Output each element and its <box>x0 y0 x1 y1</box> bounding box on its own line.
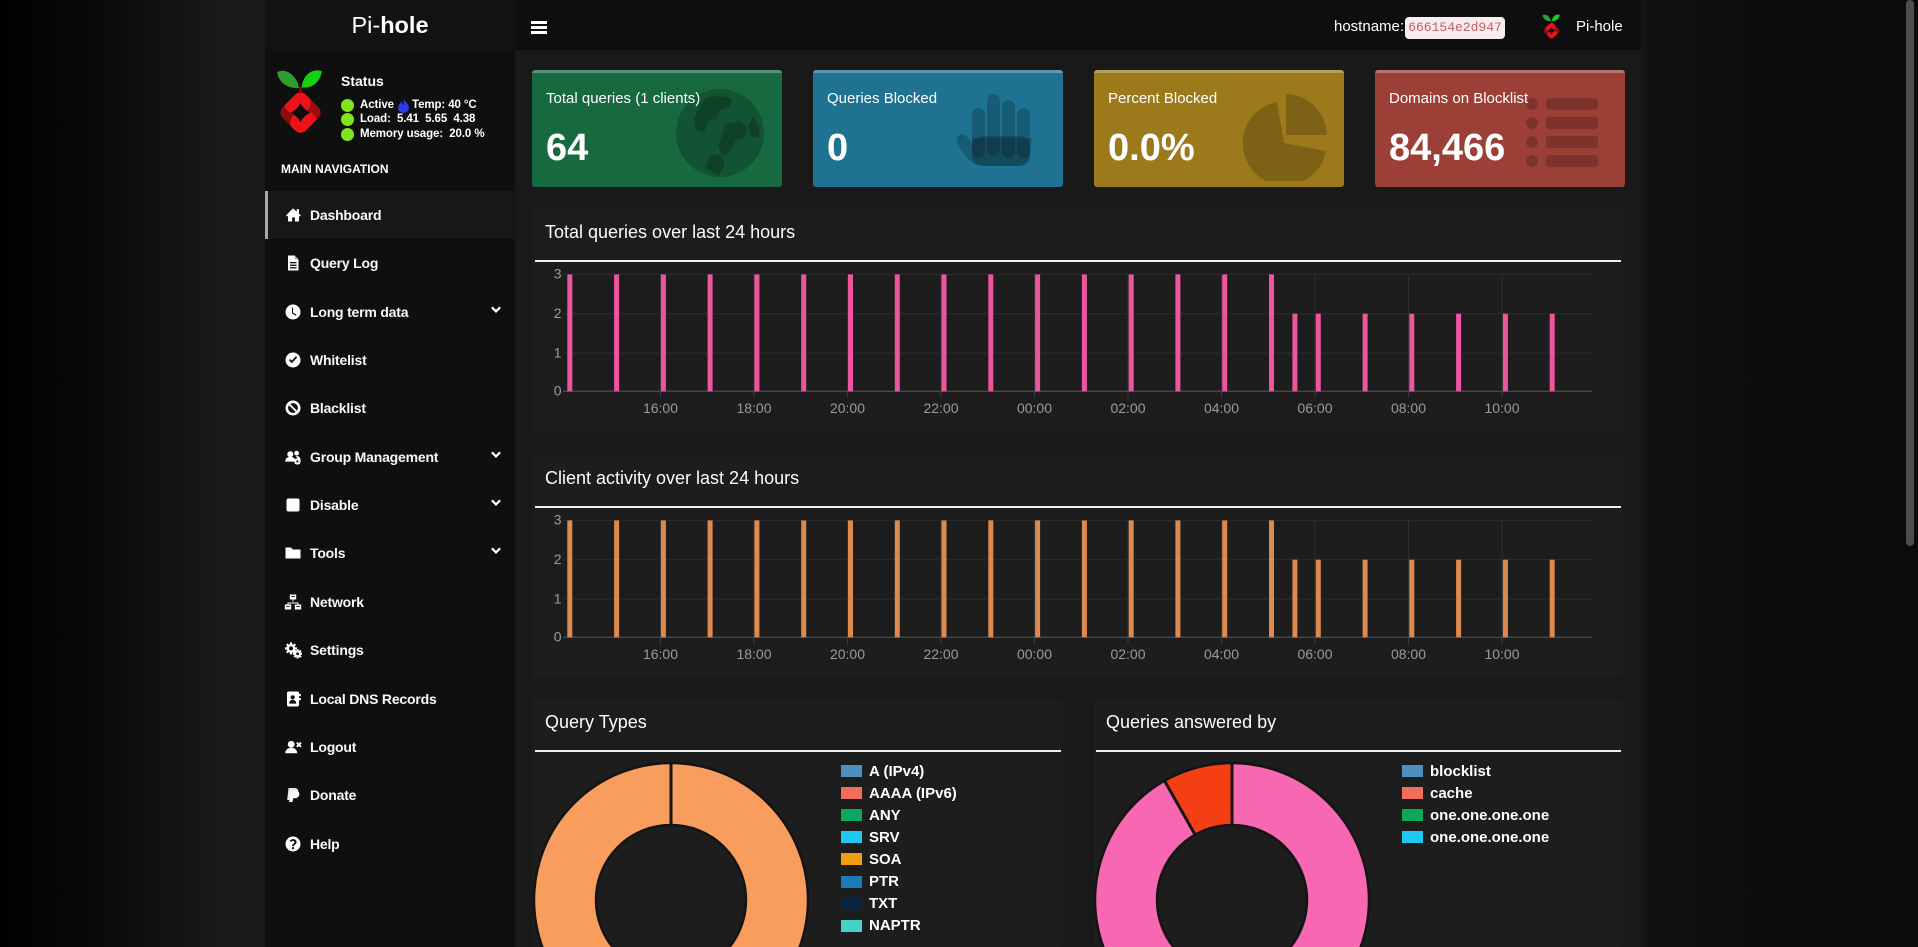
svg-text:0: 0 <box>554 383 562 399</box>
svg-text:18:00: 18:00 <box>736 646 771 662</box>
svg-text:0: 0 <box>554 629 562 645</box>
svg-text:00:00: 00:00 <box>1017 400 1052 416</box>
svg-text:2: 2 <box>554 551 562 567</box>
svg-text:16:00: 16:00 <box>643 400 678 416</box>
svg-text:08:00: 08:00 <box>1391 400 1426 416</box>
svg-text:10:00: 10:00 <box>1484 400 1519 416</box>
svg-text:3: 3 <box>554 266 562 282</box>
svg-text:10:00: 10:00 <box>1484 646 1519 662</box>
svg-text:04:00: 04:00 <box>1204 400 1239 416</box>
svg-text:06:00: 06:00 <box>1297 400 1332 416</box>
svg-text:2: 2 <box>554 305 562 321</box>
svg-text:1: 1 <box>554 590 562 606</box>
svg-text:08:00: 08:00 <box>1391 646 1426 662</box>
svg-text:1: 1 <box>554 344 562 360</box>
svg-text:06:00: 06:00 <box>1297 646 1332 662</box>
svg-text:22:00: 22:00 <box>923 400 958 416</box>
svg-text:00:00: 00:00 <box>1017 646 1052 662</box>
svg-text:20:00: 20:00 <box>830 646 865 662</box>
svg-text:16:00: 16:00 <box>643 646 678 662</box>
svg-text:3: 3 <box>554 512 562 528</box>
svg-text:18:00: 18:00 <box>736 400 771 416</box>
svg-text:04:00: 04:00 <box>1204 646 1239 662</box>
svg-text:20:00: 20:00 <box>830 400 865 416</box>
svg-text:22:00: 22:00 <box>923 646 958 662</box>
svg-text:02:00: 02:00 <box>1110 400 1145 416</box>
svg-text:02:00: 02:00 <box>1110 646 1145 662</box>
